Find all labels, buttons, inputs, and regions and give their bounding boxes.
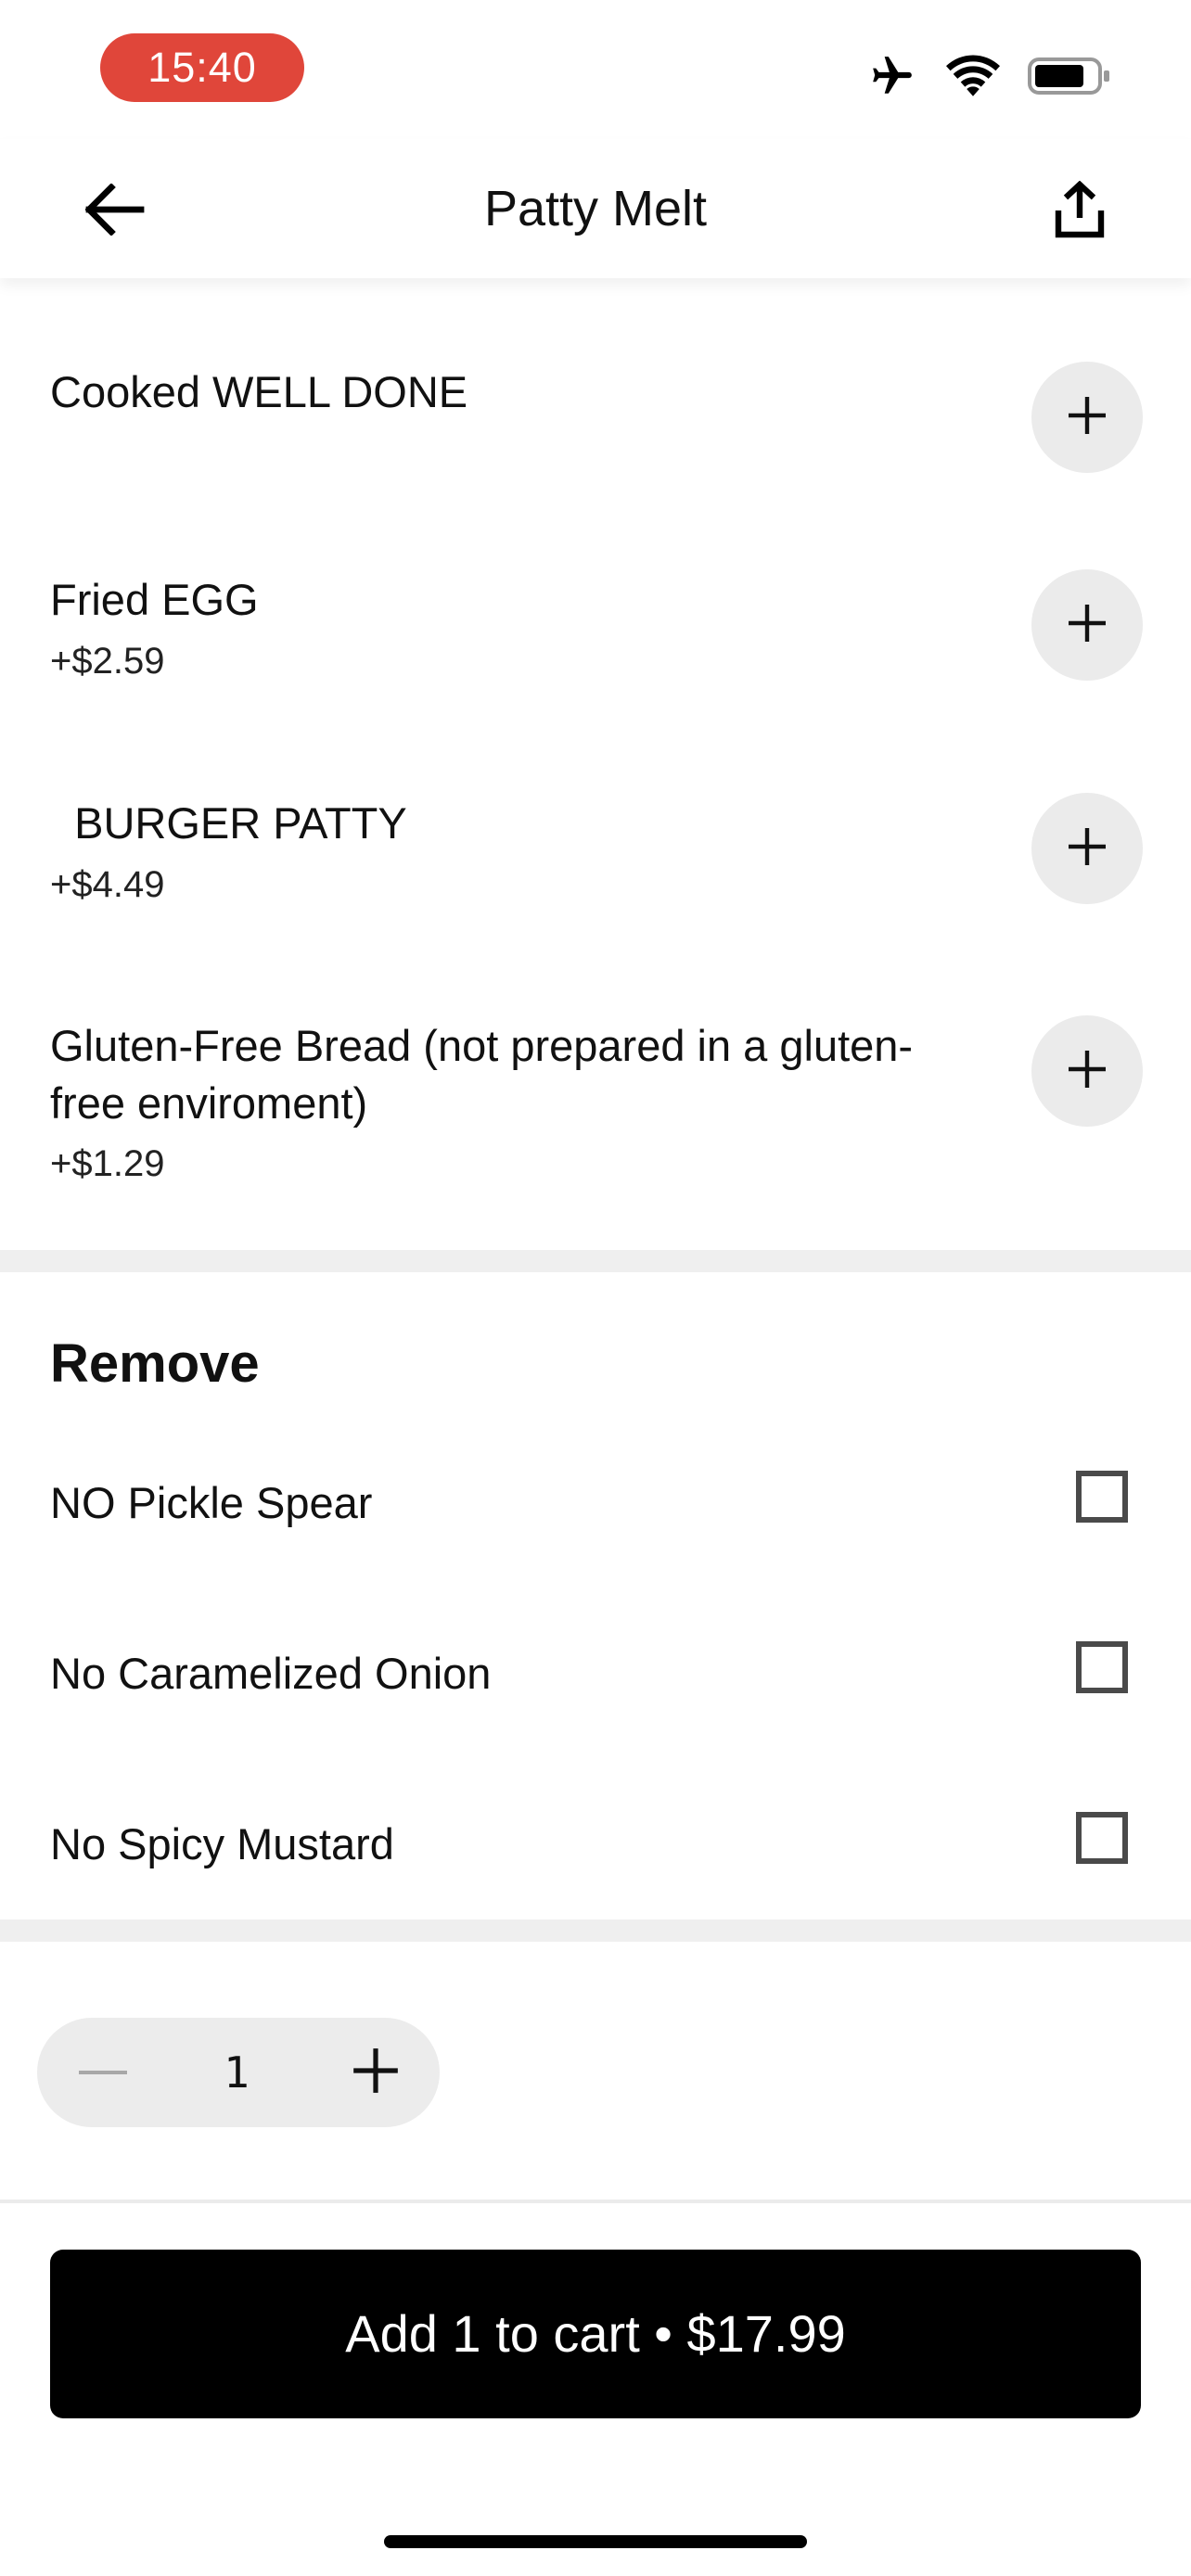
addon-name: Gluten-Free Bread (not prepared in a glu… [50,1021,914,1128]
add-addon-button[interactable] [1031,569,1143,681]
footer-divider [0,2200,1191,2203]
increase-quantity-button[interactable] [343,2040,408,2105]
addon-row[interactable]: BURGER PATTY +$4.49 [0,723,1191,946]
back-button[interactable] [78,178,152,245]
plus-icon [1065,601,1109,650]
minus-icon [79,2064,127,2081]
remove-option-label: No Spicy Mustard [50,1819,394,1868]
airplane-mode-icon [866,53,918,104]
status-time: 15:40 [100,33,304,102]
addon-price: +$1.29 [50,1143,165,1184]
addon-name: Fried EGG [50,575,259,624]
add-addon-button[interactable] [1031,1015,1143,1127]
quantity-stepper: 1 [37,2018,440,2127]
remove-section-title: Remove [50,1333,260,1394]
section-divider [0,1919,1191,1942]
remove-option-row[interactable]: NO Pickle Spear [0,1460,1191,1552]
wifi-icon [946,55,1000,102]
quantity-value: 1 [224,2047,250,2098]
remove-option-checkbox[interactable] [1076,1812,1128,1864]
remove-option-checkbox[interactable] [1076,1471,1128,1523]
remove-option-checkbox[interactable] [1076,1641,1128,1693]
addon-price: +$2.59 [50,641,165,682]
share-icon [1055,180,1105,243]
add-to-cart-button[interactable]: Add 1 to cart • $17.99 [50,2250,1141,2418]
addon-row[interactable]: Fried EGG +$2.59 [0,501,1191,723]
home-indicator[interactable] [384,2535,807,2548]
addon-name: BURGER PATTY [50,798,407,848]
share-button[interactable] [1046,178,1113,245]
add-addon-button[interactable] [1031,793,1143,904]
addon-row[interactable]: Gluten-Free Bread (not prepared in a glu… [0,946,1191,1243]
back-arrow-icon [84,182,145,240]
remove-option-row[interactable]: No Spicy Mustard [0,1801,1191,1894]
page-title: Patty Melt [483,181,708,236]
remove-option-label: NO Pickle Spear [50,1478,373,1527]
remove-option-row[interactable]: No Caramelized Onion [0,1630,1191,1723]
addon-price: +$4.49 [50,864,165,905]
plus-icon [1065,824,1109,874]
battery-icon [1028,56,1111,101]
status-icons [866,50,1111,106]
section-divider [0,1250,1191,1272]
add-addon-button[interactable] [1031,362,1143,473]
decrease-quantity-button[interactable] [70,2040,135,2105]
plus-icon [352,2047,400,2099]
item-customization-screen: 15:40 Patty Melt Cooked WELL DONE Fried … [0,0,1191,2576]
addon-name: Cooked WELL DONE [50,367,468,416]
status-bar: 15:40 [0,0,1191,139]
remove-option-label: No Caramelized Onion [50,1649,492,1698]
plus-icon [1065,393,1109,442]
nav-bar: Patty Melt [0,139,1191,278]
addon-row[interactable]: Cooked WELL DONE [0,278,1191,501]
plus-icon [1065,1047,1109,1096]
